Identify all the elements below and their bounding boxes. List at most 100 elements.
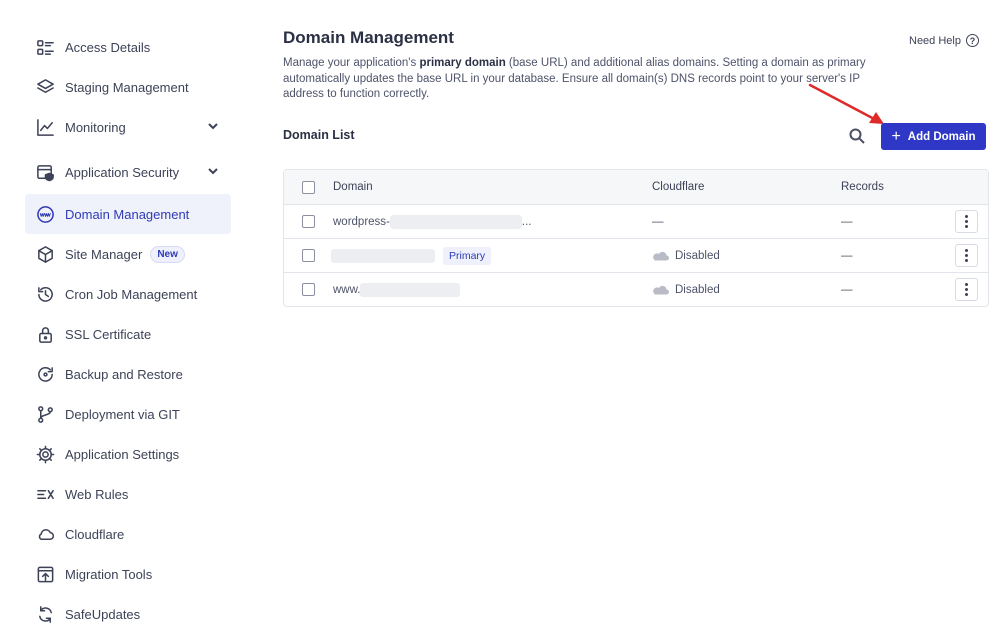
sidebar-item-application-security[interactable]: Application Security xyxy=(25,152,231,192)
column-header-records: Records xyxy=(841,181,884,193)
access-details-icon xyxy=(35,37,55,57)
description-bold-text: primary domain xyxy=(419,57,506,69)
domain-text: www. xyxy=(333,283,361,296)
sidebar-item-label: Cron Job Management xyxy=(65,286,198,302)
description-text: Manage your application's xyxy=(283,57,420,69)
row-checkbox[interactable] xyxy=(302,283,315,296)
sidebar-item-application-settings[interactable]: Application Settings xyxy=(25,434,231,474)
sidebar-item-ssl-certificate[interactable]: SSL Certificate xyxy=(25,314,231,354)
refresh-icon xyxy=(35,604,55,624)
sidebar-item-domain-management[interactable]: Domain Management xyxy=(25,194,231,234)
row-select-cell xyxy=(284,283,333,296)
sidebar-item-label: Web Rules xyxy=(65,486,129,502)
select-all-cell xyxy=(284,180,333,194)
sidebar-item-label: Access Details xyxy=(65,39,151,55)
sidebar-item-label: Staging Management xyxy=(65,79,189,95)
more-vertical-icon xyxy=(965,214,968,229)
table-row[interactable]: Primary Disabled — xyxy=(284,238,988,272)
redacted-text xyxy=(360,282,461,297)
cloudflare-status: Disabled xyxy=(675,249,720,262)
sidebar-item-label: Application Security xyxy=(65,164,180,180)
redacted-text xyxy=(331,248,435,263)
sidebar-item-label: Migration Tools xyxy=(65,566,153,582)
new-badge: New xyxy=(150,245,185,263)
search-button[interactable] xyxy=(846,125,868,147)
domain-list-title: Domain List xyxy=(283,128,355,142)
sidebar-item-label: Cloudflare xyxy=(65,526,125,542)
cloudflare-cell: Disabled xyxy=(652,284,841,296)
plus-icon: + xyxy=(891,127,901,145)
domain-list-header: Domain List + Add Domain xyxy=(283,122,989,150)
records-cell: — xyxy=(841,215,853,228)
column-header-cloudflare: Cloudflare xyxy=(652,181,705,193)
sidebar-item-cron-job-management[interactable]: Cron Job Management xyxy=(25,274,231,314)
domain-text: wordpress- xyxy=(333,215,390,228)
www-globe-icon xyxy=(35,204,55,224)
domain-cell: Primary xyxy=(331,246,652,265)
search-icon xyxy=(849,128,865,144)
sidebar-item-label: Deployment via GIT xyxy=(65,406,180,422)
table-row[interactable]: www. Disabled — xyxy=(284,272,988,306)
clock-history-icon xyxy=(35,284,55,304)
sidebar-item-label: Backup and Restore xyxy=(65,366,183,382)
cloudflare-status: Disabled xyxy=(675,283,720,296)
sidebar-item-access-details[interactable]: Access Details xyxy=(25,27,231,67)
row-menu-button[interactable] xyxy=(955,244,978,267)
cloudflare-cell: Disabled xyxy=(652,250,841,262)
cloud-icon xyxy=(653,251,669,260)
row-checkbox[interactable] xyxy=(302,215,315,228)
lock-icon xyxy=(35,324,55,344)
row-checkbox[interactable] xyxy=(302,249,315,262)
sidebar-item-label: Site Manager xyxy=(65,246,143,262)
domain-cell: www. xyxy=(333,282,652,297)
sidebar-item-web-rules[interactable]: Web Rules xyxy=(25,474,231,514)
site-manager-icon xyxy=(35,244,55,264)
row-menu-button[interactable] xyxy=(955,210,978,233)
records-cell: — xyxy=(841,283,853,296)
sidebar-item-label: Monitoring xyxy=(65,119,126,135)
redacted-text xyxy=(389,214,522,229)
sidebar-item-deployment-via-git[interactable]: Deployment via GIT xyxy=(25,394,231,434)
sidebar-item-site-manager[interactable]: Site Manager New xyxy=(25,234,231,274)
web-rules-icon xyxy=(35,484,55,504)
git-branch-icon xyxy=(35,404,55,424)
sidebar-item-monitoring[interactable]: Monitoring xyxy=(25,107,231,147)
sidebar: Access Details Staging Management Monito… xyxy=(25,27,231,634)
need-help-link[interactable]: Need Help ? xyxy=(909,34,979,47)
cloud-icon xyxy=(653,285,669,294)
chevron-down-icon[interactable] xyxy=(207,165,219,177)
backup-icon xyxy=(35,364,55,384)
domain-cell: wordpress- ... xyxy=(333,214,652,229)
shield-window-icon xyxy=(35,162,55,182)
primary-badge: Primary xyxy=(443,246,492,265)
sidebar-item-label: SSL Certificate xyxy=(65,326,152,342)
cloudflare-cell: — xyxy=(652,215,664,228)
sidebar-item-staging-management[interactable]: Staging Management xyxy=(25,67,231,107)
sidebar-item-label: Application Settings xyxy=(65,446,180,462)
select-all-checkbox[interactable] xyxy=(302,180,315,194)
column-header-domain: Domain xyxy=(333,181,373,193)
sidebar-item-label: Domain Management xyxy=(65,206,190,222)
add-domain-button[interactable]: + Add Domain xyxy=(881,123,986,150)
more-vertical-icon xyxy=(965,248,968,263)
records-cell: — xyxy=(841,249,853,262)
chevron-down-icon[interactable] xyxy=(207,120,219,132)
sidebar-item-safeupdates[interactable]: SafeUpdates xyxy=(25,594,231,634)
need-help-label: Need Help xyxy=(909,34,961,47)
sidebar-item-migration-tools[interactable]: Migration Tools xyxy=(25,554,231,594)
table-row[interactable]: wordpress- ... — — xyxy=(284,204,988,238)
question-icon: ? xyxy=(965,34,979,47)
page-description: Manage your application's primary domain… xyxy=(283,56,893,103)
row-select-cell xyxy=(284,249,333,262)
sidebar-item-label: SafeUpdates xyxy=(65,606,141,622)
line-chart-icon xyxy=(35,117,55,137)
add-domain-label: Add Domain xyxy=(907,130,976,143)
sidebar-item-backup-and-restore[interactable]: Backup and Restore xyxy=(25,354,231,394)
row-menu-button[interactable] xyxy=(955,278,978,301)
table-header-row: Domain Cloudflare Records xyxy=(284,170,988,204)
domain-table: Domain Cloudflare Records wordpress- ...… xyxy=(283,169,989,307)
layers-icon xyxy=(35,77,55,97)
page-title: Domain Management xyxy=(283,28,454,47)
domain-suffix-text: ... xyxy=(521,215,532,228)
sidebar-item-cloudflare[interactable]: Cloudflare xyxy=(25,514,231,554)
